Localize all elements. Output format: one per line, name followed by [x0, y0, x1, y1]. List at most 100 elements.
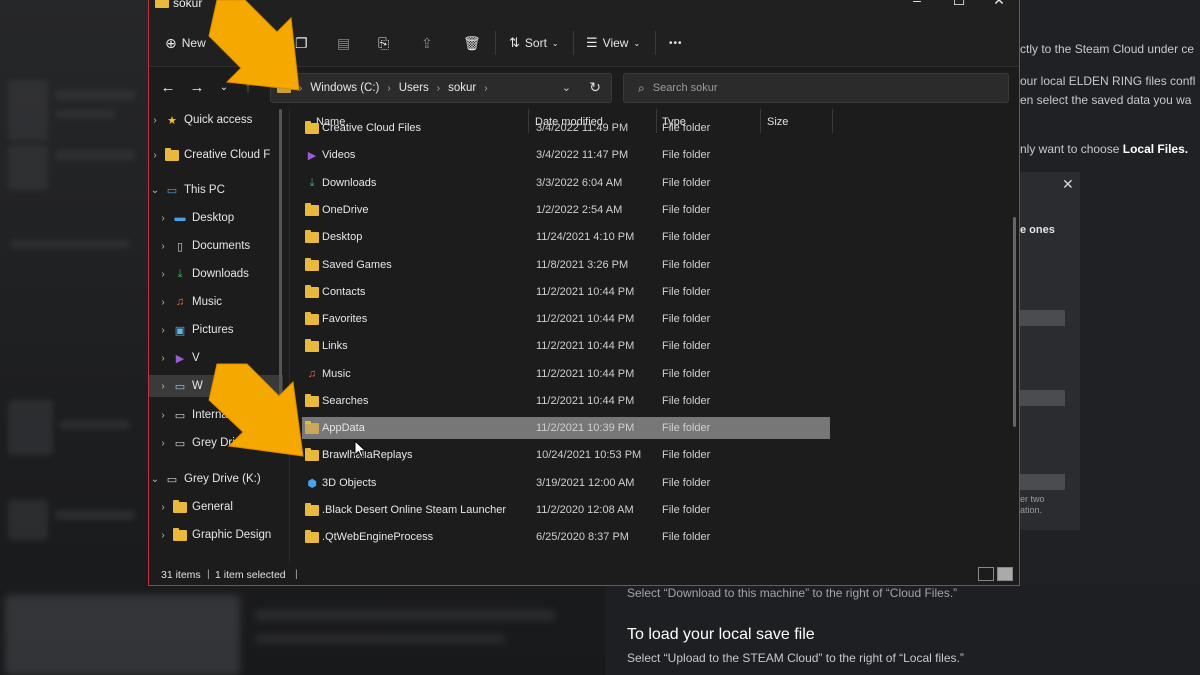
file-row[interactable]: .Black Desert Online Steam Launcher 11/2/… [302, 499, 830, 521]
article-line: nly want to choose Local Files. [1020, 142, 1189, 156]
address-bar[interactable]: › Windows (C:) › Users › sokur › ⌄ ↻ [270, 73, 612, 103]
view-label: View [602, 36, 629, 50]
file-row[interactable]: Creative Cloud Files 3/4/2022 11:49 PM Fil… [302, 117, 830, 139]
sidebar-item-desktop[interactable]: › ▬ Desktop [149, 207, 283, 229]
background-bottom-blur [0, 585, 605, 675]
paste-icon: ▤ [337, 34, 351, 51]
file-row-selected[interactable]: AppData 11/2/2021 10:39 PM File folder [302, 417, 830, 439]
minimize-button[interactable]: – [897, 0, 937, 8]
sidebar-item-grey-drive-root[interactable]: ⌄ ▭ Grey Drive (K:) [149, 468, 283, 490]
back-arrow-icon[interactable]: ← [157, 79, 179, 96]
plus-circle-icon: ⊕ [165, 34, 177, 51]
music-icon: ♫ [175, 296, 185, 308]
drive-icon: ▭ [174, 380, 186, 393]
search-input[interactable]: ⌕ Search sokur [623, 73, 1009, 103]
breadcrumb-users[interactable]: Users [399, 82, 429, 94]
sidebar-item-general[interactable]: › General [149, 496, 283, 518]
file-list: Name Date modified Type Size Creative Cl… [290, 109, 1018, 563]
navigation-pane: › ★ Quick access › Creative Cloud F ⌄ ▭ This … [149, 109, 283, 563]
share-icon: ⇪ [421, 34, 433, 51]
details-view-icon[interactable] [978, 567, 994, 581]
file-row[interactable]: Links 11/2/2021 10:44 PM File folder [302, 335, 830, 357]
file-list-scrollbar[interactable] [1013, 217, 1016, 427]
breadcrumb-sokur[interactable]: sokur [448, 82, 476, 94]
mouse-cursor-icon [354, 440, 367, 459]
tiles-view-icon[interactable] [997, 567, 1013, 581]
drive-icon: ▭ [174, 409, 186, 422]
file-row[interactable]: Searches 11/2/2021 10:44 PM File folder [302, 390, 830, 412]
close-icon[interactable]: ✕ [1062, 176, 1074, 193]
file-row[interactable]: Contacts 11/2/2021 10:44 PM File folder [302, 281, 830, 303]
share-button[interactable]: ⇪ [421, 32, 433, 54]
sort-button[interactable]: ⇅ Sort ⌄ [509, 32, 559, 54]
close-button[interactable]: ✕ [979, 0, 1019, 9]
file-row[interactable]: ⬢ 3D Objects 3/19/2021 12:00 AM File folder [302, 472, 830, 494]
trash-icon: 🗑 [463, 34, 481, 51]
file-row[interactable]: ♫ Music 11/2/2021 10:44 PM File folder [302, 363, 830, 385]
chevron-down-icon: ⌄ [633, 38, 641, 48]
folder-icon [165, 147, 179, 161]
dialog-bar [1020, 390, 1065, 406]
sidebar-item-creative-cloud[interactable]: › Creative Cloud F [149, 144, 283, 166]
sidebar-item-downloads[interactable]: › ⤓ Downloads [149, 263, 283, 285]
paste-button[interactable]: ▤ [337, 32, 350, 54]
videos-icon: ▶ [307, 149, 317, 162]
refresh-icon[interactable]: ↻ [589, 79, 601, 96]
view-toggle [978, 567, 1013, 581]
pictures-icon: ▣ [174, 324, 186, 337]
file-row[interactable]: .QtWebEngineProcess 6/25/2020 8:37 PM File… [302, 526, 830, 548]
search-placeholder: Search sokur [652, 82, 718, 94]
article-heading: To load your local save file [627, 626, 815, 643]
annotation-arrow-icon [208, 0, 300, 91]
folder-icon [305, 257, 319, 271]
file-row[interactable]: BrawlhallaReplays 10/24/2021 10:53 PM File… [302, 444, 830, 466]
delete-button[interactable]: 🗑 [463, 32, 481, 54]
article-line: our local ELDEN RING files confl [1020, 74, 1196, 88]
drive-icon: ▭ [174, 437, 186, 450]
sidebar-item-this-pc[interactable]: ⌄ ▭ This PC [149, 179, 283, 201]
documents-icon: ▯ [176, 240, 184, 253]
download-icon: ⤓ [309, 176, 315, 189]
cube-icon: ⬢ [307, 477, 317, 490]
address-dropdown-icon[interactable]: ⌄ [562, 81, 571, 94]
file-row[interactable]: Desktop 11/24/2021 4:10 PM File folder [302, 226, 830, 248]
monitor-icon: ▭ [166, 184, 178, 197]
folder-icon [173, 527, 187, 541]
sidebar-item-documents[interactable]: › ▯ Documents [149, 235, 283, 257]
sort-icon: ⇅ [509, 35, 520, 50]
cloud-folder-icon [305, 120, 319, 134]
dialog-bar [1020, 310, 1065, 326]
rename-button[interactable]: ⎘ [378, 32, 389, 54]
file-row[interactable]: ⤓ Downloads 3/3/2022 6:04 AM File folder [302, 172, 830, 194]
more-options-button[interactable]: ••• [669, 32, 683, 54]
search-icon: ⌕ [638, 80, 645, 95]
breadcrumb-drive[interactable]: Windows (C:) [310, 82, 379, 94]
article-line: en select the saved data you wa [1020, 93, 1192, 107]
folder-icon [305, 502, 319, 516]
file-row[interactable]: ▶ Videos 3/4/2022 11:47 PM File folder [302, 144, 830, 166]
article-line: ctly to the Steam Cloud under ce [1020, 42, 1195, 56]
download-icon: ⤓ [177, 267, 183, 280]
view-button[interactable]: ☰ View ⌄ [586, 32, 640, 54]
screenshot-stage: ctly to the Steam Cloud under ce our loc… [0, 0, 1200, 675]
file-row[interactable]: Favorites 11/2/2021 10:44 PM File folder [302, 308, 830, 330]
file-row[interactable]: Saved Games 11/8/2021 3:26 PM File folder [302, 254, 830, 276]
file-row[interactable]: OneDrive 1/2/2022 2:54 AM File folder [302, 199, 830, 221]
sidebar-item-graphic-design[interactable]: › Graphic Design [149, 524, 283, 546]
sort-label: Sort [524, 36, 547, 50]
sidebar-item-quick-access[interactable]: › ★ Quick access [149, 109, 283, 131]
background-sidebar-blur [0, 0, 150, 675]
dialog-bar [1020, 474, 1065, 490]
videos-icon: ▶ [175, 352, 185, 365]
selection-count: 1 item selected [215, 569, 286, 581]
drive-icon: ▭ [166, 473, 178, 486]
folder-icon [305, 338, 319, 352]
sidebar-item-pictures[interactable]: › ▣ Pictures [149, 319, 283, 341]
maximize-button[interactable]: ☐ [939, 0, 979, 9]
dialog-text: e ones [1020, 224, 1055, 236]
article-instruction: Select “Download to this machine” to the… [627, 586, 958, 600]
chevron-down-icon: ⌄ [551, 38, 559, 48]
folder-icon [305, 529, 319, 543]
dialog-note: er two ation. [1020, 494, 1045, 515]
sidebar-item-music[interactable]: › ♫ Music [149, 291, 283, 313]
